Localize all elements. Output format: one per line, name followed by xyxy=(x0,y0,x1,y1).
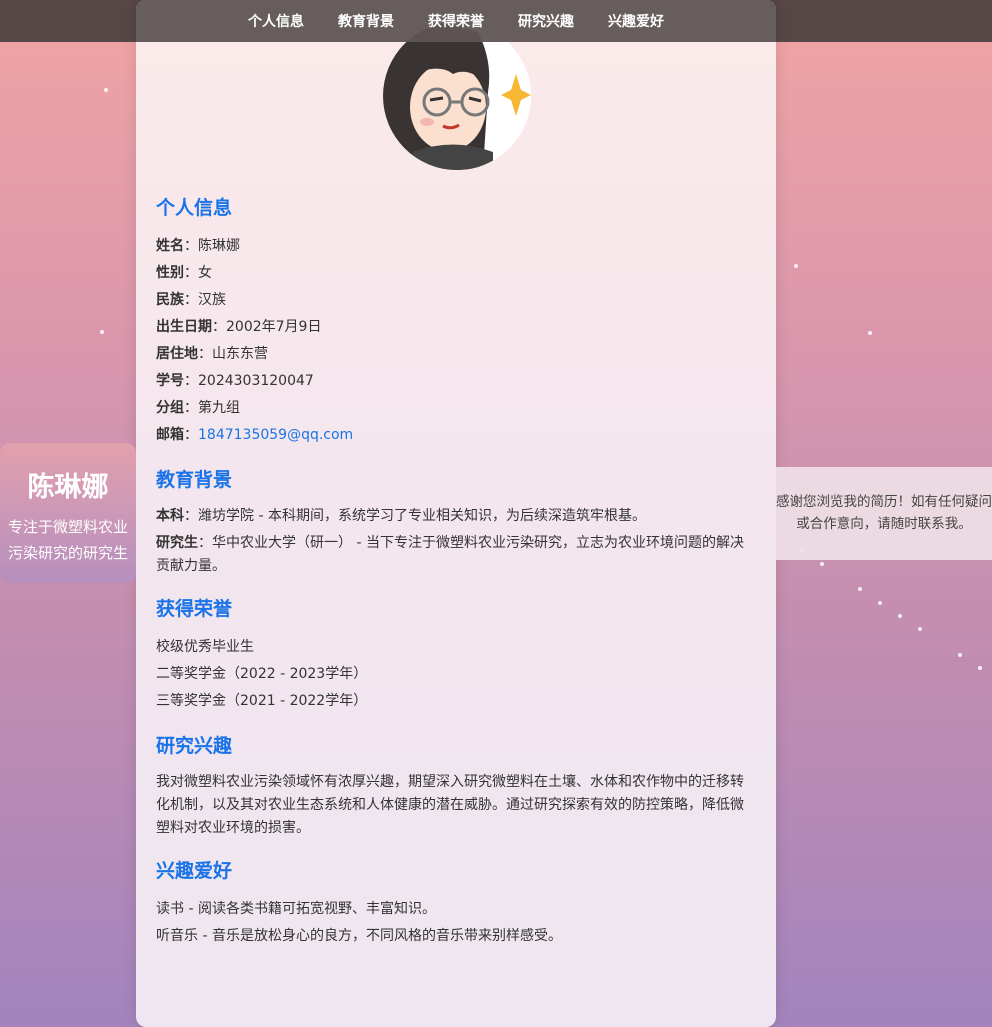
star-dot xyxy=(918,627,922,631)
nav-link-personal[interactable]: 个人信息 xyxy=(248,11,304,31)
nav-link-research[interactable]: 研究兴趣 xyxy=(518,11,574,31)
info-row: 民族：汉族 xyxy=(156,292,226,308)
section-title-research: 研究兴趣 xyxy=(156,735,233,757)
research-text: 我对微塑料农业污染领域怀有浓厚兴趣，期望深入研究微塑料在土壤、水体和农作物中的迁… xyxy=(156,774,744,836)
sidebar-name: 陈琳娜 xyxy=(27,472,109,503)
info-row: 邮箱：1847135059@qq.com xyxy=(156,427,354,443)
nav-bar: 个人信息 教育背景 获得荣誉 研究兴趣 兴趣爱好 xyxy=(136,0,776,42)
contact-note: 感谢您浏览我的简历！如有任何疑问或合作意向，请随时联系我。 xyxy=(776,467,992,560)
star-dot xyxy=(794,264,798,268)
resume-content: 个人信息 姓名：陈琳娜 性别：女 民族：汉族 出生日期：2002年7月9日 居住… xyxy=(156,195,756,968)
section-title-hobbies: 兴趣爱好 xyxy=(156,860,233,882)
star-dot xyxy=(978,666,982,670)
info-row: 居住地：山东东营 xyxy=(156,346,268,362)
nav-link-education[interactable]: 教育背景 xyxy=(338,11,394,31)
education-item: 本科：潍坊学院 - 本科期间，系统学习了专业相关知识，为后续深造筑牢根基。 xyxy=(156,508,646,524)
hobby-item: 听音乐 - 音乐是放松身心的良方，不同风格的音乐带来别样感受。 xyxy=(156,928,562,944)
email-link[interactable]: 1847135059@qq.com xyxy=(198,427,353,443)
star-dot xyxy=(858,587,862,591)
education-item: 研究生：华中农业大学（研一） - 当下专注于微塑料农业污染研究，立志为农业环境问… xyxy=(156,535,744,574)
honor-item: 二等奖学金（2022 - 2023学年） xyxy=(156,666,368,682)
section-title-personal: 个人信息 xyxy=(156,197,233,219)
section-title-education: 教育背景 xyxy=(156,469,233,491)
avatar xyxy=(383,22,531,170)
info-row: 学号：2024303120047 xyxy=(156,373,314,389)
nav-link-hobbies[interactable]: 兴趣爱好 xyxy=(608,11,664,31)
star-dot xyxy=(868,331,872,335)
star-dot xyxy=(958,653,962,657)
avatar-illustration xyxy=(383,22,531,170)
info-row: 姓名：陈琳娜 xyxy=(156,238,240,254)
info-row: 性别：女 xyxy=(156,265,212,281)
honor-item: 三等奖学金（2021 - 2022学年） xyxy=(156,693,368,709)
hobbies-section: 兴趣爱好 读书 - 阅读各类书籍可拓宽视野、丰富知识。 听音乐 - 音乐是放松身… xyxy=(156,858,756,950)
star-dot xyxy=(898,614,902,618)
name-sidebar: 陈琳娜 专注于微塑料农业污染研究的研究生 xyxy=(0,443,136,583)
star-dot xyxy=(820,562,824,566)
honor-item: 校级优秀毕业生 xyxy=(156,639,254,655)
star-dot xyxy=(878,601,882,605)
education-section: 教育背景 本科：潍坊学院 - 本科期间，系统学习了专业相关知识，为后续深造筑牢根… xyxy=(156,467,756,578)
nav-link-honors[interactable]: 获得荣誉 xyxy=(428,11,484,31)
hobby-item: 读书 - 阅读各类书籍可拓宽视野、丰富知识。 xyxy=(156,901,436,917)
star-dot xyxy=(104,88,108,92)
info-row: 出生日期：2002年7月9日 xyxy=(156,319,322,335)
personal-section: 个人信息 姓名：陈琳娜 性别：女 民族：汉族 出生日期：2002年7月9日 居住… xyxy=(156,195,756,449)
research-section: 研究兴趣 我对微塑料农业污染领域怀有浓厚兴趣，期望深入研究微塑料在土壤、水体和农… xyxy=(156,733,756,840)
sidebar-tagline: 专注于微塑料农业污染研究的研究生 xyxy=(7,518,128,562)
info-row: 分组：第九组 xyxy=(156,400,240,416)
section-title-honors: 获得荣誉 xyxy=(156,598,233,620)
honors-section: 获得荣誉 校级优秀毕业生 二等奖学金（2022 - 2023学年） 三等奖学金（… xyxy=(156,596,756,715)
star-dot xyxy=(100,330,104,334)
